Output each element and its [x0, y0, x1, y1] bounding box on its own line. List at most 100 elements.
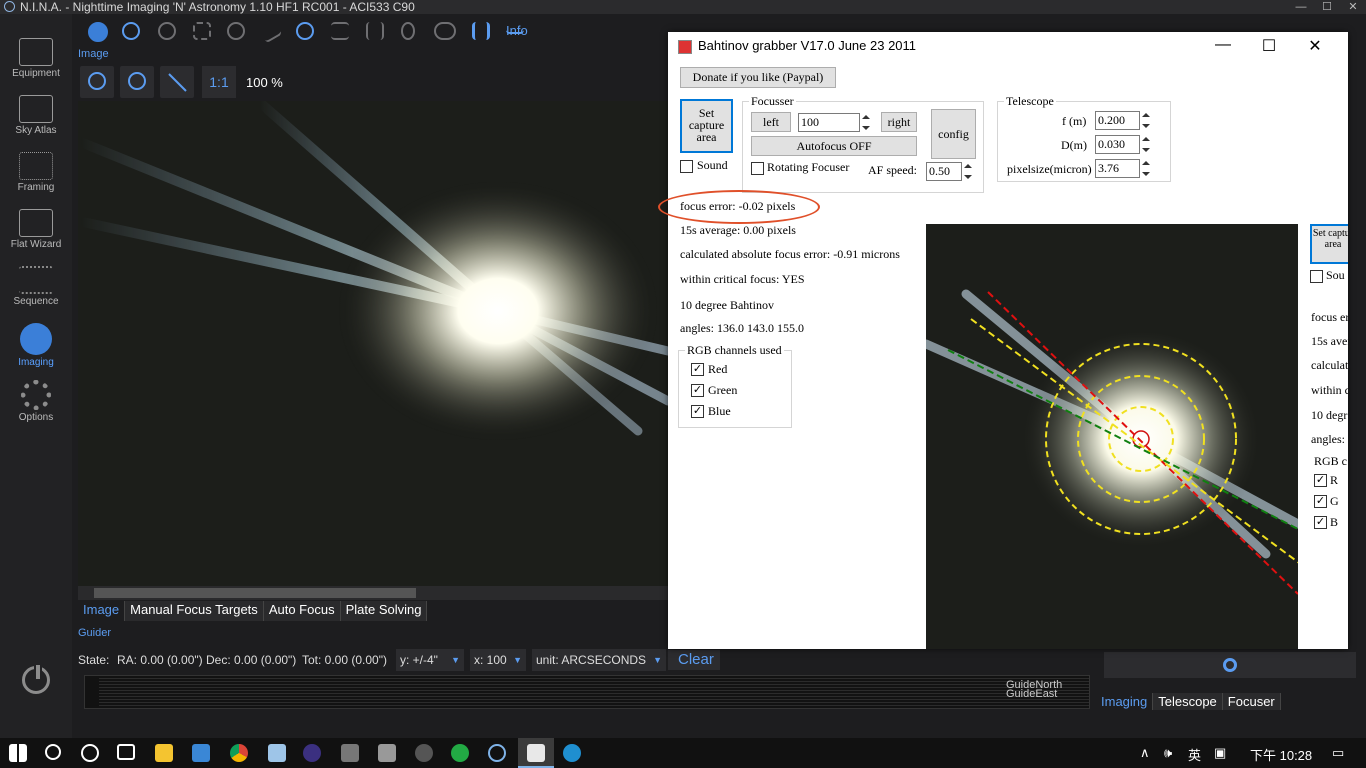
focus-step-input[interactable]: 100: [798, 113, 860, 132]
guider-icon[interactable]: [296, 22, 314, 40]
clock[interactable]: 下午 10:28: [1250, 745, 1312, 764]
minimize-button[interactable]: —: [1200, 36, 1246, 56]
focus-icon[interactable]: [193, 22, 211, 40]
network-icon[interactable]: ▣: [1214, 745, 1226, 761]
rotating-focuser-checkbox[interactable]: [751, 162, 764, 175]
tab-auto-focus[interactable]: Auto Focus: [263, 601, 341, 621]
sidebar-item-framing[interactable]: Framing: [0, 146, 72, 202]
aperture-icon[interactable]: [122, 22, 140, 40]
tab-focuser[interactable]: Focuser: [1222, 693, 1281, 710]
sliders-icon[interactable]: [366, 22, 384, 40]
side-green-checkbox[interactable]: ✓: [1314, 495, 1327, 508]
tab-telescope[interactable]: Telescope: [1153, 693, 1223, 710]
telescope-app-icon[interactable]: [378, 744, 396, 762]
guider-status-bar: State: RA: 0.00 (0.00") Dec: 0.00 (0.00"…: [78, 649, 1088, 671]
zoom-out-button[interactable]: [120, 66, 154, 98]
unit-select[interactable]: unit: ARCSECONDS: [532, 649, 666, 671]
histogram-icon[interactable]: [472, 22, 490, 40]
blue-checkbox[interactable]: ✓: [691, 405, 704, 418]
tab-manual-focus-targets[interactable]: Manual Focus Targets: [125, 601, 264, 621]
main-toolbar: [76, 14, 676, 48]
active-task-bahtinov[interactable]: [518, 738, 554, 768]
notepad-icon[interactable]: [268, 744, 286, 762]
info-link[interactable]: Info: [506, 23, 528, 38]
maximize-button[interactable]: ☐: [1246, 36, 1292, 56]
config-button[interactable]: config: [931, 109, 976, 159]
fit-button[interactable]: [160, 66, 194, 98]
app-icon[interactable]: [192, 744, 210, 762]
bulb-icon[interactable]: [401, 22, 415, 40]
tab-plate-solving[interactable]: Plate Solving: [340, 601, 428, 621]
search-icon[interactable]: [45, 744, 61, 760]
cloud-icon[interactable]: [434, 22, 456, 40]
sidebar-item-options[interactable]: Options: [0, 374, 72, 430]
rotator-icon[interactable]: [227, 22, 245, 40]
chevron-up-icon[interactable]: ∧: [1140, 745, 1150, 761]
task-view-icon[interactable]: [117, 744, 135, 760]
maximize-button[interactable]: ☐: [1314, 0, 1340, 14]
ime-indicator[interactable]: 英: [1188, 745, 1201, 764]
sound-checkbox[interactable]: [680, 160, 693, 173]
file-explorer-icon[interactable]: [155, 744, 173, 762]
red-checkbox[interactable]: ✓: [691, 363, 704, 376]
af-speed-spinner[interactable]: [961, 162, 975, 181]
scrollbar-thumb[interactable]: [94, 588, 416, 598]
sidebar-item-sky-atlas[interactable]: Sky Atlas: [0, 89, 72, 145]
close-button[interactable]: ✕: [1340, 0, 1366, 14]
step-spinner[interactable]: [859, 113, 873, 132]
close-button[interactable]: ✕: [1292, 36, 1338, 56]
filter-wheel-icon[interactable]: [158, 22, 176, 40]
clear-button[interactable]: Clear: [668, 650, 720, 670]
side-blue-checkbox[interactable]: ✓: [1314, 516, 1327, 529]
f-input[interactable]: 0.200: [1095, 111, 1140, 130]
donate-button[interactable]: Donate if you like (Paypal): [680, 67, 836, 88]
guider-state-label: State:: [78, 653, 110, 667]
windows-start-icon[interactable]: [9, 744, 27, 762]
star-image[interactable]: [78, 101, 668, 586]
side-red-checkbox[interactable]: ✓: [1314, 474, 1327, 487]
stellarium-icon[interactable]: [303, 744, 321, 762]
nina-icon[interactable]: [488, 744, 506, 762]
power-icon[interactable]: [22, 663, 50, 694]
autofocus-button[interactable]: Autofocus OFF: [751, 136, 917, 156]
sidebar-item-imaging[interactable]: Imaging: [0, 317, 72, 373]
notification-icon[interactable]: ▭: [1332, 745, 1344, 761]
focus-right-button[interactable]: right: [881, 112, 917, 132]
list-icon[interactable]: [331, 22, 349, 40]
edge-icon[interactable]: [563, 744, 581, 762]
camera-icon[interactable]: [88, 22, 108, 42]
sidebar-item-flat-wizard[interactable]: Flat Wizard: [0, 203, 72, 259]
af-speed-input[interactable]: 0.50: [926, 162, 962, 181]
y-scale-select[interactable]: y: +/-4": [396, 649, 464, 671]
zoom-out-icon: [128, 72, 146, 90]
minimize-button[interactable]: —: [1288, 0, 1314, 14]
sidebar-item-sequence[interactable]: Sequence: [0, 260, 72, 316]
d-spinner[interactable]: [1139, 135, 1153, 154]
cortana-icon[interactable]: [81, 744, 99, 762]
side-sound-checkbox[interactable]: [1310, 270, 1323, 283]
pixel-size-input[interactable]: 3.76: [1095, 159, 1140, 178]
telescope-icon[interactable]: [257, 18, 283, 44]
app-icon-2[interactable]: [415, 744, 433, 762]
start-imaging-button[interactable]: [1104, 652, 1356, 678]
set-capture-area-button[interactable]: Set capture area: [680, 99, 733, 153]
angles-text: angles: 136.0 143.0 155.0: [680, 321, 804, 335]
tab-imaging[interactable]: Imaging: [1096, 693, 1154, 710]
chrome-icon[interactable]: [230, 744, 248, 762]
sidebar-item-equipment[interactable]: Equipment: [0, 32, 72, 88]
green-checkbox[interactable]: ✓: [691, 384, 704, 397]
focus-left-button[interactable]: left: [751, 112, 791, 132]
tab-image[interactable]: Image: [78, 601, 126, 621]
camera-app-icon[interactable]: [341, 744, 359, 762]
horizontal-scrollbar[interactable]: [78, 586, 668, 600]
zoom-in-button[interactable]: [80, 66, 114, 98]
pixel-size-spinner[interactable]: [1139, 159, 1153, 178]
f-spinner[interactable]: [1139, 111, 1153, 130]
bahtinov-analysis-image[interactable]: [926, 224, 1298, 649]
volume-icon[interactable]: 🕪: [1164, 745, 1172, 761]
d-input[interactable]: 0.030: [1095, 135, 1140, 154]
one-to-one-button[interactable]: 1:1: [202, 66, 236, 98]
x-scale-select[interactable]: x: 100: [470, 649, 526, 671]
phd2-icon[interactable]: [451, 744, 469, 762]
side-set-capture-button[interactable]: Set captur area: [1310, 224, 1348, 264]
